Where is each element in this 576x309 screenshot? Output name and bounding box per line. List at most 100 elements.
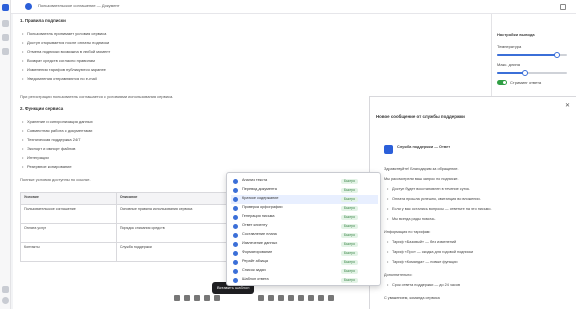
close-icon[interactable]: ✕ [565, 102, 570, 109]
table-row: Оплата услуг Порядок списания средств [20, 223, 259, 243]
item-label: Анализ текста [242, 178, 268, 182]
app-logo-icon[interactable] [2, 4, 9, 11]
chat-icon[interactable] [2, 48, 9, 55]
avatar[interactable] [2, 297, 9, 304]
status-badge: Быстро [341, 214, 358, 220]
section-heading: 1. Правила подписки [20, 18, 66, 23]
email-panel: ✕ Новое сообщение от службы поддержки Сл… [369, 96, 576, 309]
list-item: Совместная работа с документами [22, 128, 92, 133]
list-item: Уведомления отправляются по e-mail [22, 76, 97, 81]
item-icon [233, 215, 238, 220]
item-label: Шаблон ответа [242, 277, 269, 281]
more-icon[interactable] [328, 295, 334, 301]
folder-icon[interactable] [2, 34, 9, 41]
email-line: Тариф «Про» — скидка для годовой подписк… [387, 250, 473, 254]
list-item[interactable]: Извлечение данных Быстро [231, 240, 378, 249]
list-item: Отмена подписки возможна в любой момент [22, 49, 110, 54]
item-icon [233, 224, 238, 229]
item-label: Краткое содержание [242, 196, 279, 200]
paragraph: Полные условия доступны по ссылке. [20, 177, 91, 182]
redo-icon[interactable] [268, 295, 274, 301]
bold-icon[interactable] [174, 295, 180, 301]
list-item[interactable]: Анализ текста Быстро [231, 177, 378, 186]
status-badge: Быстро [341, 259, 358, 265]
slider-handle[interactable] [553, 52, 560, 58]
top-bar: Пользовательское соглашение — Документ [11, 0, 576, 14]
item-label: Ответ клиенту [242, 223, 268, 227]
code-icon[interactable] [308, 295, 314, 301]
mention-icon[interactable] [298, 295, 304, 301]
item-icon [233, 188, 238, 193]
status-badge: Быстро [341, 178, 358, 184]
image-icon[interactable] [204, 295, 210, 301]
table-cell: Пользовательское соглашение [20, 204, 117, 224]
slider-fill [497, 72, 525, 74]
list-item[interactable]: Список задач Быстро [231, 267, 378, 276]
item-icon [233, 278, 238, 283]
email-line: Если у вас остались вопросы — ответьте н… [387, 207, 492, 211]
item-label: Список задач [242, 268, 266, 272]
item-icon [233, 206, 238, 211]
item-icon [233, 260, 238, 265]
toggle-label: Стриминг ответа [510, 80, 542, 85]
list-item[interactable]: Составление плана Быстро [231, 231, 378, 240]
status-badge: Быстро [341, 196, 358, 202]
email-line: Дополнительно: [384, 273, 413, 277]
template-popup: Анализ текста Быстро Перевод документа Быс… [226, 172, 381, 286]
list-item[interactable]: Краткое содержание Быстро [231, 195, 378, 204]
temperature-slider[interactable] [497, 52, 567, 58]
item-label: Составление плана [242, 232, 277, 236]
list-item: Резервное копирование [22, 164, 72, 169]
list-item: Хранение и синхронизация данных [22, 119, 93, 124]
list-item[interactable]: Рерайт абзаца Быстро [231, 258, 378, 267]
email-sender[interactable]: Служба поддержки — Ответ [397, 145, 450, 149]
italic-icon[interactable] [184, 295, 190, 301]
email-line: С уважением, команда сервиса [384, 296, 440, 300]
gear-icon[interactable] [2, 286, 9, 293]
sender-avatar [384, 145, 393, 154]
table-icon[interactable] [318, 295, 324, 301]
terms-table: Условие Описание Пользовательское соглаш… [20, 192, 259, 262]
item-icon [233, 269, 238, 274]
streaming-toggle[interactable] [497, 80, 507, 85]
app-window: Пользовательское соглашение — Документ 1… [0, 0, 576, 309]
length-slider[interactable] [497, 70, 567, 76]
list-item: Пользователь принимает условия сервиса [22, 31, 106, 36]
list-item[interactable]: Генерация письма Быстро [231, 213, 378, 222]
item-label: Рерайт абзаца [242, 259, 268, 263]
list-item[interactable]: Шаблон ответа Быстро [231, 276, 378, 285]
status-badge: Быстро [341, 268, 358, 274]
emoji-icon[interactable] [288, 295, 294, 301]
slider-label: Температура [497, 44, 522, 49]
section-heading: 2. Функции сервиса [20, 106, 64, 111]
list-item: Изменения тарифов публикуются заранее [22, 67, 106, 72]
slider-handle[interactable] [522, 70, 528, 76]
document-icon[interactable] [2, 20, 9, 27]
menu-icon[interactable] [560, 4, 566, 10]
email-line: Доступ будет восстановлен в течение суто… [387, 187, 470, 191]
email-line: Здравствуйте! Благодарим за обращение. [384, 167, 459, 171]
email-line: Мы всегда рады помочь. [387, 217, 436, 221]
list-item[interactable]: Ответ клиенту Быстро [231, 222, 378, 231]
undo-icon[interactable] [258, 295, 264, 301]
status-badge: Быстро [341, 232, 358, 238]
item-label: Генерация письма [242, 214, 275, 218]
list-item: Возврат средств согласно правилам [22, 58, 95, 63]
list-item[interactable]: Проверка орфографии Быстро [231, 204, 378, 213]
list-item[interactable]: Перевод документа Быстро [231, 186, 378, 195]
link-icon[interactable] [194, 295, 200, 301]
table-cell: Контакты [20, 242, 117, 262]
item-label: Перевод документа [242, 187, 277, 191]
slider-fill [497, 54, 557, 56]
list-item[interactable]: Форматирование Быстро [231, 249, 378, 258]
item-label: Проверка орфографии [242, 205, 283, 209]
tab-title[interactable]: Пользовательское соглашение — Документ [38, 3, 120, 8]
settings-title: Настройки вывода [497, 32, 535, 37]
paragraph: При регистрации пользователь соглашается… [20, 94, 174, 99]
status-badge: Быстро [341, 187, 358, 193]
attach-icon[interactable] [278, 295, 284, 301]
email-line: Информация по тарифам: [384, 230, 431, 234]
list-icon[interactable] [214, 295, 220, 301]
item-icon [233, 179, 238, 184]
table-cell: Оплата услуг [20, 223, 117, 243]
